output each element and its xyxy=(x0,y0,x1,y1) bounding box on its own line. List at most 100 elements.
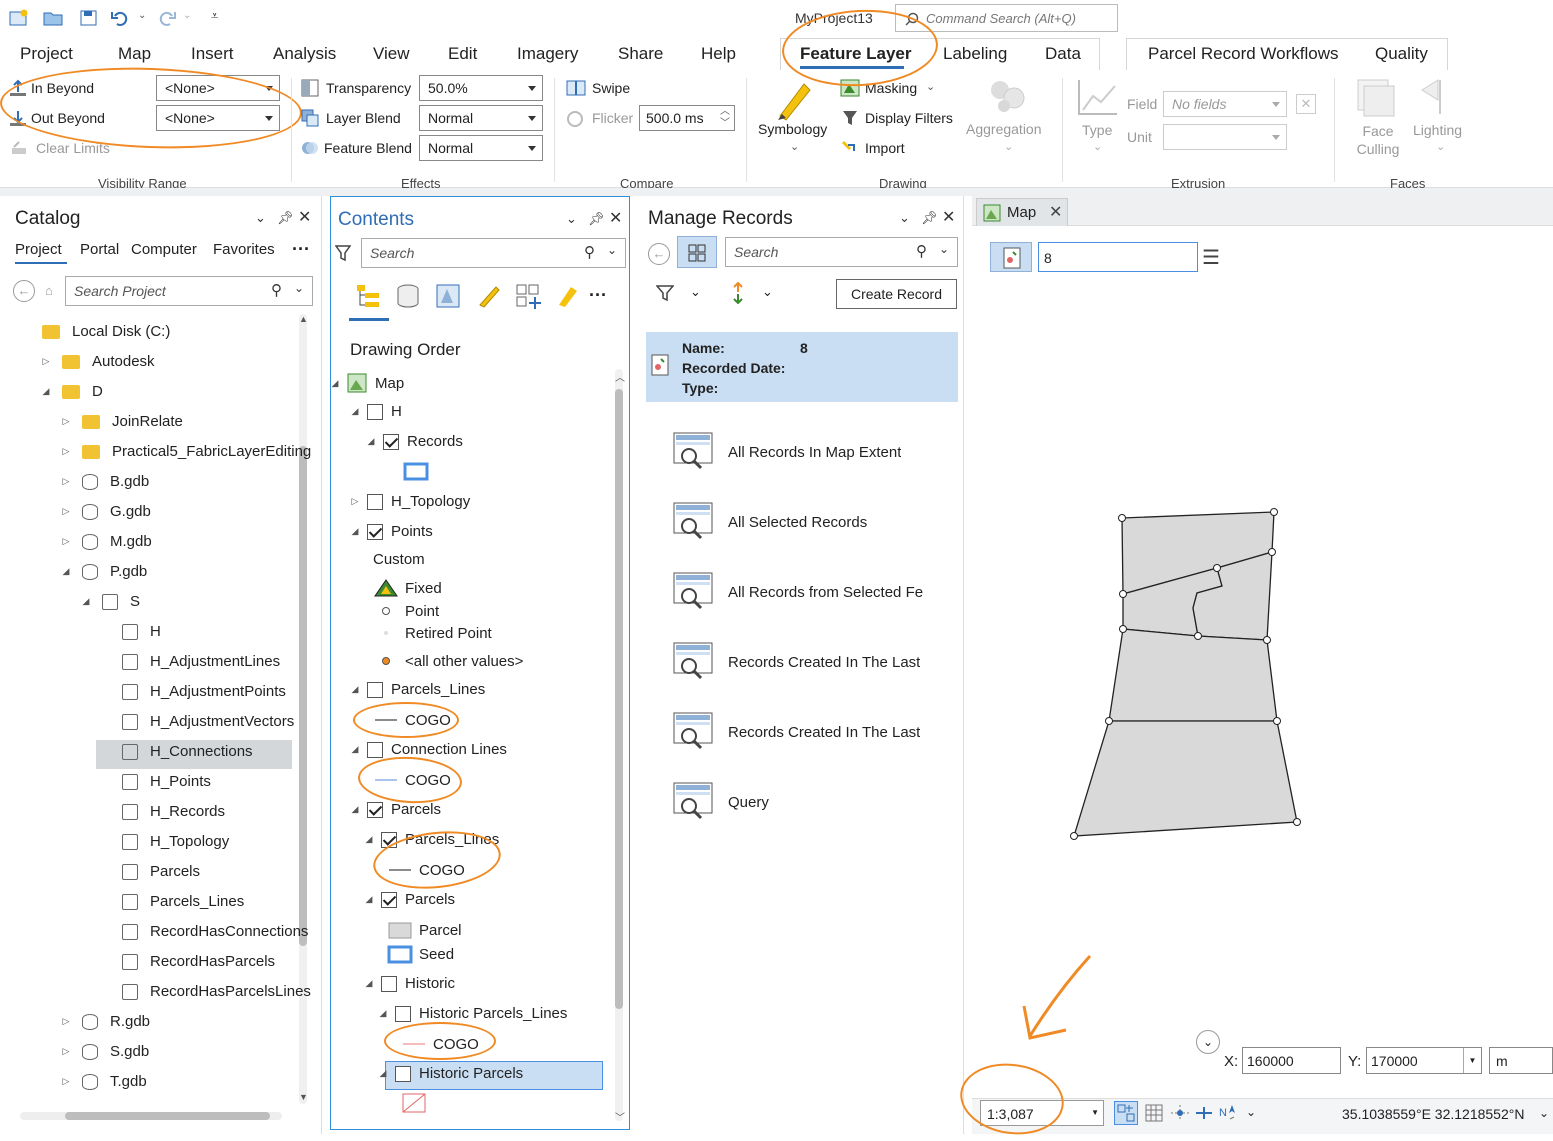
expand-toggle-icon[interactable]: ◢ xyxy=(363,894,375,905)
filter-icon[interactable] xyxy=(656,284,674,302)
active-record-card[interactable]: Name: 8 Recorded Date: Type: xyxy=(646,332,958,402)
create-record-button[interactable]: Create Record xyxy=(836,279,957,309)
contents-item[interactable]: ◢Records xyxy=(365,433,463,450)
open-project-icon[interactable] xyxy=(42,8,64,28)
tab-labeling[interactable]: Labeling xyxy=(943,44,1007,64)
undo-dropdown-icon[interactable]: ⌄ xyxy=(138,10,146,21)
catalog-hscroll-thumb[interactable] xyxy=(65,1112,270,1120)
tab-quality[interactable]: Quality xyxy=(1375,44,1428,64)
masking-dropdown-icon[interactable]: ⌄ xyxy=(926,80,935,93)
y-coordinate-input[interactable]: 170000▼ xyxy=(1366,1047,1482,1074)
list-by-drawing-order-icon[interactable] xyxy=(355,283,383,311)
list-by-selection-icon[interactable] xyxy=(435,283,461,309)
pane-options-icon[interactable]: ⌄ xyxy=(255,210,266,226)
tab-analysis[interactable]: Analysis xyxy=(273,44,336,64)
catalog-tab-project[interactable]: Project xyxy=(15,241,62,258)
visibility-checkbox[interactable] xyxy=(367,524,383,540)
contents-item[interactable]: <all other values> xyxy=(355,651,523,671)
catalog-item[interactable]: ▷B.gdb xyxy=(60,473,149,490)
catalog-item[interactable]: ◢S xyxy=(80,593,140,610)
catalog-tab-computer[interactable]: Computer xyxy=(131,241,197,258)
pin-icon[interactable]: 📌︎ xyxy=(277,210,294,226)
unit-dropdown[interactable] xyxy=(1163,124,1287,150)
catalog-item[interactable]: ▷S.gdb xyxy=(60,1043,149,1060)
gallery-view-button[interactable] xyxy=(677,236,717,268)
visibility-checkbox[interactable] xyxy=(367,682,383,698)
collapse-coordinates-icon[interactable]: ⌄ xyxy=(1196,1030,1220,1054)
search-icon[interactable]: ⚲ xyxy=(271,281,282,299)
expand-toggle-icon[interactable]: ◢ xyxy=(365,436,377,447)
close-icon[interactable]: ✕ xyxy=(1049,202,1062,222)
contents-item[interactable]: ◢Parcels xyxy=(349,801,441,818)
contents-item[interactable]: ◢Map xyxy=(329,373,404,393)
visibility-checkbox[interactable] xyxy=(383,434,399,450)
fixed-scale-button[interactable] xyxy=(1114,1101,1138,1125)
field-dropdown[interactable]: No fields xyxy=(1163,91,1287,117)
records-search-input[interactable]: Search ⚲ ⌄ xyxy=(725,237,958,267)
contents-scroll-thumb[interactable] xyxy=(615,389,623,1009)
contents-item[interactable] xyxy=(385,461,435,481)
feature-blend-icon[interactable] xyxy=(301,139,319,157)
layer-blend-icon[interactable] xyxy=(301,109,319,127)
more-options-icon[interactable]: ··· xyxy=(589,285,607,306)
contents-item[interactable]: ◢Historic Parcels xyxy=(377,1065,523,1082)
contents-item[interactable]: ◢H xyxy=(349,403,402,420)
catalog-item[interactable]: ▷T.gdb xyxy=(60,1073,147,1090)
tab-edit[interactable]: Edit xyxy=(448,44,477,64)
tab-view[interactable]: View xyxy=(373,44,410,64)
swipe-icon[interactable] xyxy=(566,79,586,97)
sort-icon[interactable] xyxy=(730,282,746,304)
sort-dropdown-icon[interactable]: ⌄ xyxy=(762,284,773,300)
symbology-icon[interactable] xyxy=(774,80,814,122)
expand-toggle-icon[interactable]: ▷ xyxy=(60,476,72,487)
records-query-item[interactable]: Query xyxy=(672,780,769,824)
catalog-scroll-thumb[interactable] xyxy=(299,446,307,946)
type-dropdown-icon[interactable]: ⌄ xyxy=(1093,140,1102,153)
catalog-item[interactable]: H_AdjustmentVectors xyxy=(100,713,294,730)
contents-item[interactable]: ◢Parcels xyxy=(363,891,455,908)
search-options-icon[interactable]: ⌄ xyxy=(939,242,949,256)
records-query-item[interactable]: Records Created In The Last xyxy=(672,640,920,684)
expand-toggle-icon[interactable]: ▷ xyxy=(60,446,72,457)
grid-icon[interactable] xyxy=(1144,1103,1164,1123)
visibility-checkbox[interactable] xyxy=(395,1066,411,1082)
back-icon[interactable]: ← xyxy=(13,280,35,302)
tab-project[interactable]: Project xyxy=(20,44,73,64)
catalog-search-input[interactable]: Search Project ⚲ ⌄ xyxy=(65,276,313,306)
lighting-label[interactable]: Lighting xyxy=(1413,122,1462,138)
catalog-item[interactable]: H xyxy=(100,623,161,640)
visibility-checkbox[interactable] xyxy=(367,742,383,758)
pane-options-icon[interactable]: ⌄ xyxy=(899,210,910,226)
expand-toggle-icon[interactable]: ◢ xyxy=(40,386,52,397)
redo-icon[interactable] xyxy=(155,8,177,28)
contents-item[interactable] xyxy=(383,1093,433,1113)
scale-dropdown-icon[interactable]: ▼ xyxy=(1091,1108,1099,1117)
home-icon[interactable]: ⌂ xyxy=(45,283,53,298)
visibility-checkbox[interactable] xyxy=(381,976,397,992)
expand-toggle-icon[interactable]: ▷ xyxy=(60,1016,72,1027)
feature-blend-label[interactable]: Feature Blend xyxy=(324,140,412,156)
spinner-icon[interactable]: ︿﹀ xyxy=(720,106,730,130)
contents-item[interactable]: Point xyxy=(355,601,439,621)
aggregation-label[interactable]: Aggregation xyxy=(966,121,1042,137)
new-project-icon[interactable] xyxy=(8,8,30,28)
search-icon[interactable]: ⚲ xyxy=(916,242,927,260)
catalog-tab-favorites[interactable]: Favorites xyxy=(213,241,275,258)
search-options-icon[interactable]: ⌄ xyxy=(294,281,304,295)
expand-toggle-icon[interactable]: ◢ xyxy=(349,804,361,815)
expand-toggle-icon[interactable]: ▷ xyxy=(60,1046,72,1057)
map-tab[interactable]: Map ✕ xyxy=(976,198,1068,226)
catalog-item[interactable]: H_Topology xyxy=(100,833,229,850)
scroll-up-icon[interactable]: ︿ xyxy=(615,369,625,384)
close-icon[interactable]: ✕ xyxy=(609,208,622,228)
expand-toggle-icon[interactable]: ◢ xyxy=(363,978,375,989)
expand-toggle-icon[interactable]: ▷ xyxy=(60,506,72,517)
flicker-label[interactable]: Flicker xyxy=(592,110,633,126)
pane-options-icon[interactable]: ⌄ xyxy=(566,211,577,227)
expand-toggle-icon[interactable]: ◢ xyxy=(80,596,92,607)
close-icon[interactable]: ✕ xyxy=(298,207,311,227)
filter-icon[interactable] xyxy=(335,244,351,262)
catalog-item[interactable]: ▷JoinRelate xyxy=(60,413,183,430)
transparency-label[interactable]: Transparency xyxy=(326,80,411,96)
x-coordinate-input[interactable]: 160000 xyxy=(1242,1047,1341,1074)
